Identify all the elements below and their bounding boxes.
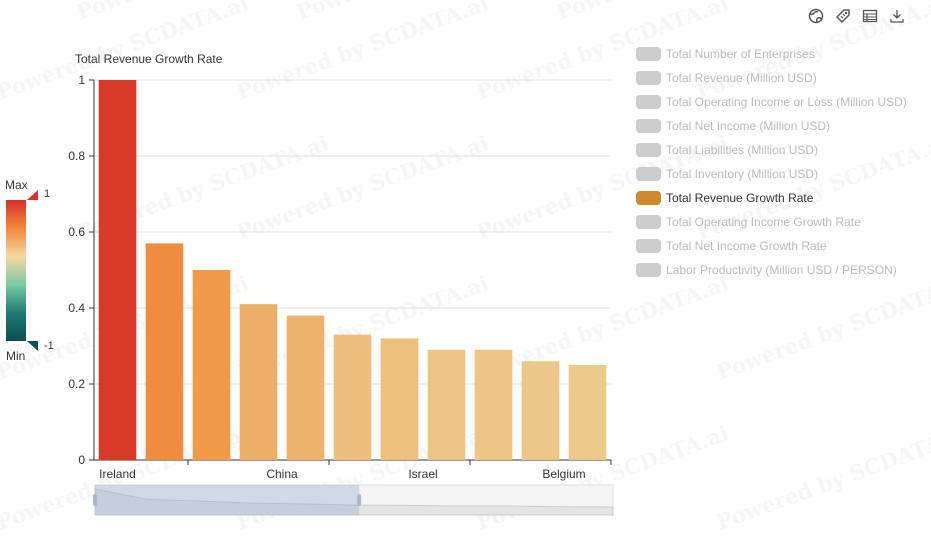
legend-item[interactable]: Total Operating Income or Loss (Million … xyxy=(636,90,907,114)
bar[interactable] xyxy=(239,304,278,460)
toolbar xyxy=(806,6,906,25)
legend-swatch xyxy=(636,119,661,133)
y-tick-label: 0.8 xyxy=(68,149,85,163)
download-icon[interactable] xyxy=(887,6,906,25)
y-tick-label: 0.6 xyxy=(68,225,85,239)
legend-swatch xyxy=(636,191,661,205)
legend-item[interactable]: Total Inventory (Million USD) xyxy=(636,162,907,186)
data-zoom-end-handle[interactable] xyxy=(357,494,362,506)
legend-item[interactable]: Total Liabilities (Million USD) xyxy=(636,138,907,162)
legend-label: Total Net Income Growth Rate xyxy=(666,239,827,253)
bar[interactable] xyxy=(521,361,560,460)
visual-map-max-handle[interactable] xyxy=(27,190,38,200)
y-tick-label: 1 xyxy=(78,73,85,87)
y-tick-label: 0 xyxy=(78,453,85,467)
visual-map-min-value: -1 xyxy=(44,340,54,352)
legend-swatch xyxy=(636,47,661,61)
legend-item[interactable]: Total Net Income Growth Rate xyxy=(636,234,907,258)
x-tick-label: Belgium xyxy=(542,467,585,481)
bar[interactable] xyxy=(333,334,372,460)
legend-label: Total Revenue Growth Rate xyxy=(666,191,814,205)
legend-swatch xyxy=(636,71,661,85)
y-tick-label: 0.2 xyxy=(68,377,85,391)
legend-label: Labor Productivity (Million USD / PERSON… xyxy=(666,263,897,277)
bar[interactable] xyxy=(568,365,607,460)
data-zoom-start-handle[interactable] xyxy=(93,494,97,506)
watermark-text: Powered by SCDATA.ai xyxy=(713,420,931,535)
legend-label: Total Operating Income or Loss (Million … xyxy=(666,95,907,109)
visual-map-max-value: 1 xyxy=(44,188,50,200)
legend-item[interactable]: Total Number of Enterprises xyxy=(636,42,907,66)
data-zoom-window[interactable] xyxy=(95,485,360,515)
bar[interactable] xyxy=(192,270,231,460)
legend-label: Total Operating Income Growth Rate xyxy=(666,215,861,229)
bar[interactable] xyxy=(380,338,419,460)
bar[interactable] xyxy=(286,315,325,460)
legend-item[interactable]: Total Revenue (Million USD) xyxy=(636,66,907,90)
legend-swatch xyxy=(636,143,661,157)
table-icon[interactable] xyxy=(860,6,879,25)
visual-map-max-label: Max xyxy=(5,178,28,192)
legend-label: Total Inventory (Million USD) xyxy=(666,167,819,181)
legend-swatch xyxy=(636,167,661,181)
legend-item[interactable]: Total Operating Income Growth Rate xyxy=(636,210,907,234)
chart-title: Total Revenue Growth Rate xyxy=(75,52,223,66)
legend-swatch xyxy=(636,95,661,109)
x-tick-label: China xyxy=(266,467,298,481)
legend-label: Total Net Income (Million USD) xyxy=(666,119,831,133)
x-tick-label: Ireland xyxy=(99,467,136,481)
legend-swatch xyxy=(636,215,661,229)
legend-label: Total Revenue (Million USD) xyxy=(666,71,817,85)
legend-swatch xyxy=(636,263,661,277)
watermark-text: Powered by SCDATA.ai xyxy=(233,130,492,245)
legend-label: Total Number of Enterprises xyxy=(666,47,815,61)
watermark-text: Powered by SCDATA.ai xyxy=(713,270,931,385)
legend-item[interactable]: Total Revenue Growth Rate xyxy=(636,186,907,210)
globe-icon[interactable] xyxy=(806,6,825,25)
y-tick-label: 0.4 xyxy=(68,301,85,315)
visual-map-bar[interactable] xyxy=(6,200,26,341)
bar[interactable] xyxy=(98,80,137,460)
legend-label: Total Liabilities (Million USD) xyxy=(666,143,819,157)
watermark-text: Powered by SCDATA.ai xyxy=(233,0,492,105)
visual-map-min-label: Min xyxy=(6,349,25,363)
bar[interactable] xyxy=(145,243,184,460)
legend-swatch xyxy=(636,239,661,253)
x-tick-label: Israel xyxy=(408,467,437,481)
legend-item[interactable]: Total Net Income (Million USD) xyxy=(636,114,907,138)
legend: Total Number of Enterprises Total Revenue… xyxy=(636,42,907,282)
bar[interactable] xyxy=(427,349,466,460)
tag-icon[interactable] xyxy=(833,6,852,25)
legend-item[interactable]: Labor Productivity (Million USD / PERSON… xyxy=(636,258,907,282)
bar[interactable] xyxy=(474,349,513,460)
